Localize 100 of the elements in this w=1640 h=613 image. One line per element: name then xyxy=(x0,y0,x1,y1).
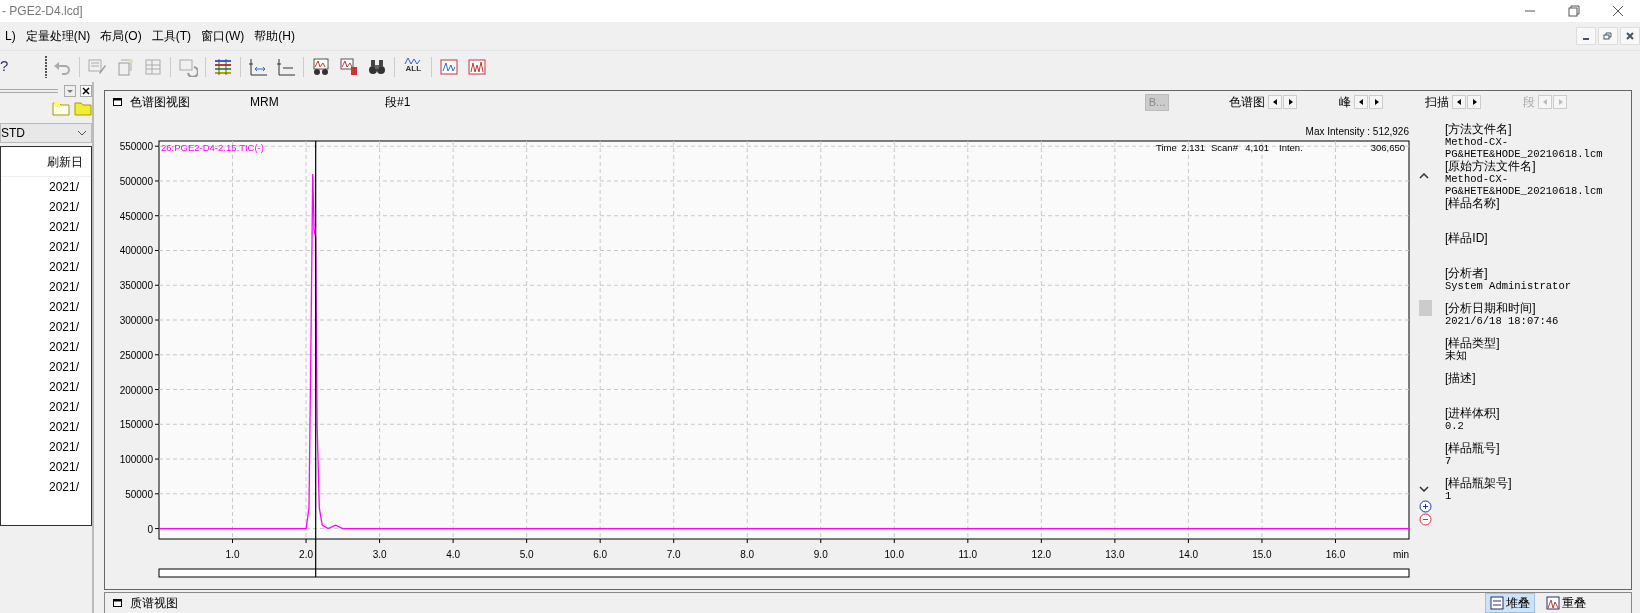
x-tick-label: 1.0 xyxy=(225,549,240,560)
list-cell[interactable]: 2021/ xyxy=(1,297,91,317)
all-button[interactable]: ALL xyxy=(402,55,425,78)
scroll-up-icon[interactable] xyxy=(1419,173,1429,179)
y-tick-label: 400000 xyxy=(119,245,153,257)
horizontal-scrollbar[interactable] xyxy=(158,568,1410,578)
close-icon[interactable] xyxy=(1624,30,1636,42)
readout-value: 2.131 xyxy=(1181,142,1205,153)
axis-icon[interactable] xyxy=(276,56,297,77)
menu-item[interactable]: L) xyxy=(0,27,21,45)
y-tick-label: 500000 xyxy=(119,175,153,187)
navigator-label: 段 xyxy=(1523,94,1535,111)
list-cell[interactable]: 2021/ xyxy=(1,217,91,237)
menu-item[interactable]: 帮助(H) xyxy=(249,27,300,45)
list-cell[interactable]: 2021/ xyxy=(1,437,91,457)
chart-icon[interactable] xyxy=(439,56,460,77)
x-tick-label: 12.0 xyxy=(1031,549,1052,560)
menu-item[interactable]: 窗口(W) xyxy=(196,27,250,45)
segment-label: 段#1 xyxy=(385,94,411,111)
max-intensity-label: Max Intensity : 512,926 xyxy=(1305,126,1409,137)
info-value: 2021/6/18 18:07:46 xyxy=(1445,315,1560,327)
readout-value: 4,101 xyxy=(1245,142,1269,153)
x-tick-label: 6.0 xyxy=(593,549,608,560)
x-tick-label: 4.0 xyxy=(446,549,461,560)
info-label: [样品瓶架号] xyxy=(1445,477,1513,490)
list-cell[interactable]: 2021/ xyxy=(1,377,91,397)
menu-item[interactable]: 工具(T) xyxy=(146,27,196,45)
chevron-down-icon xyxy=(77,130,87,136)
y-tick-label: 50000 xyxy=(125,488,153,500)
info-value: 0.2 xyxy=(1445,420,1465,432)
column-header[interactable]: 刷新日 xyxy=(1,147,91,177)
dropdown-icon[interactable] xyxy=(64,85,76,97)
readout-label: Inten. xyxy=(1279,142,1303,153)
close-icon[interactable] xyxy=(80,85,92,97)
previous-button[interactable] xyxy=(1452,95,1466,109)
info-label: [进样体积] xyxy=(1445,407,1501,420)
chart-icon xyxy=(404,55,423,65)
previous-button[interactable] xyxy=(1354,95,1368,109)
info-value: Method-CX-PG&HETE&HODE_20210618.lcm xyxy=(1445,173,1604,197)
chromatogram-icon[interactable] xyxy=(311,56,332,77)
list-cell[interactable]: 2021/ xyxy=(1,457,91,477)
y-tick-label: 100000 xyxy=(119,454,153,466)
info-value: 1 xyxy=(1445,490,1453,502)
navigator-label: 扫描 xyxy=(1425,94,1449,111)
list-cell[interactable]: 2021/ xyxy=(1,357,91,377)
close-icon[interactable] xyxy=(1612,5,1624,17)
navigator-label: 峰 xyxy=(1339,94,1351,111)
y-tick-label: 250000 xyxy=(119,349,153,361)
grid-icon[interactable] xyxy=(213,56,234,77)
x-tick-label: 3.0 xyxy=(372,549,387,560)
list-cell[interactable]: 2021/ xyxy=(1,197,91,217)
toolbar-grip-icon xyxy=(44,55,49,78)
list-cell[interactable]: 2021/ xyxy=(1,177,91,197)
info-value: 7 xyxy=(1445,455,1453,467)
axis-icon[interactable] xyxy=(248,56,269,77)
zoom-out-icon[interactable] xyxy=(1419,513,1432,526)
x-tick-label: 16.0 xyxy=(1325,549,1346,560)
x-tick-label: 5.0 xyxy=(519,549,534,560)
list-cell[interactable]: 2021/ xyxy=(1,397,91,417)
help-button[interactable]: ? xyxy=(0,55,9,78)
pane-icon[interactable] xyxy=(113,599,122,607)
previous-button[interactable] xyxy=(1268,95,1282,109)
x-tick-label: 13.0 xyxy=(1105,549,1125,560)
info-label: [分析日期和时间] xyxy=(1445,302,1537,315)
trace-label: 26:PGE2-D4-2.15.TIC(-) xyxy=(161,142,264,153)
info-value: 未知 xyxy=(1445,350,1468,362)
x-tick-label: 14.0 xyxy=(1178,549,1199,560)
list-cell[interactable]: 2021/ xyxy=(1,417,91,437)
menu-item[interactable]: 布局(O) xyxy=(95,27,147,45)
y-tick-label: 0 xyxy=(147,523,153,535)
next-button[interactable] xyxy=(1283,95,1297,109)
zoom-in-icon[interactable] xyxy=(1419,500,1432,513)
info-label: [样品名称] xyxy=(1445,197,1501,210)
pane-title: 质谱视图 xyxy=(130,595,178,612)
cursor-line[interactable] xyxy=(315,140,317,578)
restore-icon[interactable] xyxy=(1568,5,1580,17)
next-button[interactable] xyxy=(1369,95,1383,109)
view-mode-button[interactable]: 重叠 xyxy=(1541,593,1591,613)
list-cell[interactable]: 2021/ xyxy=(1,317,91,337)
list-cell[interactable]: 2021/ xyxy=(1,237,91,257)
scrollbar-thumb[interactable] xyxy=(1419,300,1432,316)
restore-icon[interactable] xyxy=(1602,30,1614,42)
next-button[interactable] xyxy=(1467,95,1481,109)
x-tick-label: 8.0 xyxy=(740,549,755,560)
chart-icon[interactable] xyxy=(467,56,488,77)
list-cell[interactable]: 2021/ xyxy=(1,257,91,277)
y-tick-label: 550000 xyxy=(119,141,153,153)
combo-box[interactable]: STD xyxy=(0,123,92,143)
navigator-label: 色谱图 xyxy=(1229,94,1265,111)
info-value: Method-CX-PG&HETE&HODE_20210618.lcm xyxy=(1445,136,1604,160)
pane-icon[interactable] xyxy=(113,98,122,106)
menu-item[interactable]: 定量处理(N) xyxy=(20,27,96,45)
scroll-down-icon[interactable] xyxy=(1419,486,1429,492)
list-cell[interactable]: 2021/ xyxy=(1,277,91,297)
list-cell[interactable]: 2021/ xyxy=(1,477,91,497)
y-tick-label: 300000 xyxy=(119,315,153,326)
view-mode-button[interactable]: 堆叠 xyxy=(1485,593,1535,613)
info-label: [样品瓶号] xyxy=(1445,442,1501,455)
info-label: [样品ID] xyxy=(1445,232,1489,245)
list-cell[interactable]: 2021/ xyxy=(1,337,91,357)
